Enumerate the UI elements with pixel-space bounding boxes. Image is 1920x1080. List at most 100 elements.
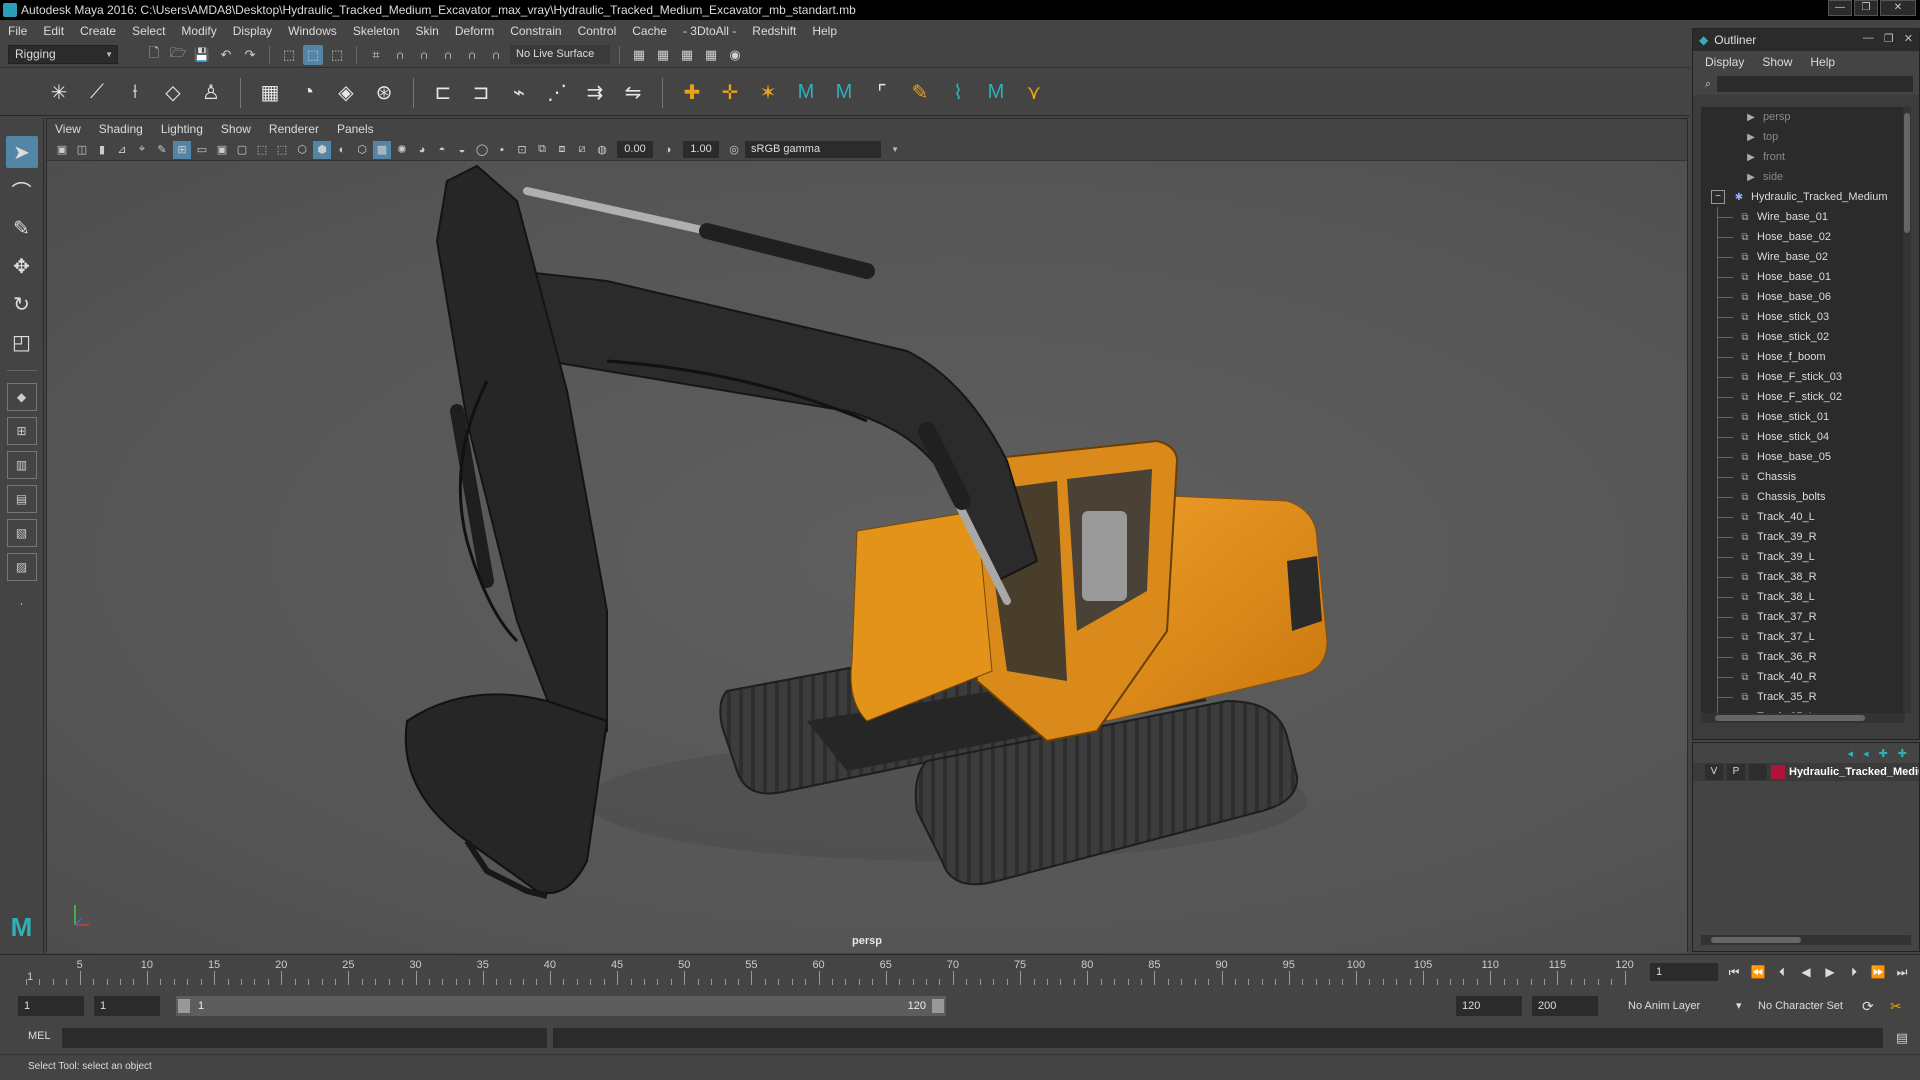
range-slider[interactable]: 1 120 [176,996,946,1016]
outliner-camera-item[interactable]: ▶ front [1701,147,1905,167]
outliner-child-item[interactable]: ⧉ Wire_base_02 [1701,247,1905,267]
step-forward-frame-icon[interactable]: ⏵ [1846,963,1862,981]
menu-skin[interactable]: Skin [416,24,439,38]
maya-script-2-icon[interactable]: M [829,78,859,108]
vp-menu-shading[interactable]: Shading [99,122,143,136]
safe-action-icon[interactable]: ⬚ [253,141,271,159]
menu-constrain[interactable]: Constrain [510,24,561,38]
outliner-menu-show[interactable]: Show [1762,55,1792,69]
use-lights-icon[interactable]: ✺ [393,141,411,159]
live-surface-field[interactable]: No Live Surface [510,45,610,64]
gate-mask-icon[interactable]: ▣ [213,141,231,159]
outliner-child-item[interactable]: ⧉ Wire_base_01 [1701,207,1905,227]
outliner-camera-item[interactable]: ▶ persp [1701,107,1905,127]
constraint-aim-icon[interactable]: ⇉ [580,78,610,108]
bind-skin-icon[interactable]: ⊏ [428,78,458,108]
outliner-child-item[interactable]: ⧉ Hose_f_boom [1701,347,1905,367]
play-backwards-icon[interactable]: ◀ [1798,963,1814,981]
outliner-child-item[interactable]: ⧉ Track_38_L [1701,587,1905,607]
exposure-field[interactable]: 0.00 [617,141,653,158]
time-slider[interactable]: 1 5 10 15 20 25 30 35 40 45 50 55 60 65 70 75 80 85 90 95 1… [0,954,1920,988]
snap-view-plane-icon[interactable]: ∩ [438,45,458,65]
vp-menu-panels[interactable]: Panels [337,122,374,136]
open-scene-icon[interactable]: 🗁 [168,45,188,65]
excavator-model[interactable] [47,161,1687,953]
outliner-vertical-scrollbar[interactable] [1903,107,1911,713]
new-layer-icon[interactable]: ✚ [1898,747,1907,760]
minimize-button[interactable]: — [1828,0,1852,16]
outliner-child-item[interactable]: ⧉ Chassis [1701,467,1905,487]
maya-script-3-icon[interactable]: M [981,78,1011,108]
image-plane-icon[interactable]: ⊿ [113,141,131,159]
side-by-side-layout-icon[interactable]: ▥ [6,451,37,479]
outliner-camera-item[interactable]: ▶ top [1701,127,1905,147]
bookmark-icon[interactable]: ▮ [93,141,111,159]
snap-point-icon[interactable]: ∩ [414,45,434,65]
outliner-child-item[interactable]: ⧉ Hose_stick_02 [1701,327,1905,347]
render-current-icon[interactable]: ▦ [677,45,697,65]
snap-surface-icon[interactable]: ∩ [462,45,482,65]
camera-select-icon[interactable]: ▣ [53,141,71,159]
pencil-tool-icon[interactable]: ✎ [905,78,935,108]
timeline-ticks[interactable]: 1 5 10 15 20 25 30 35 40 45 50 55 60 65 70 75 80 85 90 95 1… [26,955,1638,989]
outliner-child-item[interactable]: ⧉ Track_39_R [1701,527,1905,547]
layer-move-up-icon[interactable]: ◂ [1848,747,1854,760]
smooth-bind-icon[interactable]: ⊐ [466,78,496,108]
exposure-icon[interactable]: ◍ [593,141,611,159]
outliner-child-item[interactable]: ⧉ Track_40_L [1701,507,1905,527]
animation-end-field[interactable]: 200 [1532,996,1598,1016]
character-set-dropdown[interactable]: No Character Set [1758,996,1843,1016]
grid-toggle-icon[interactable]: ⊞ [173,140,191,159]
outliner-root-item[interactable]: − ✱ Hydraulic_Tracked_Medium [1701,187,1905,207]
film-gate-icon[interactable]: ⌖ [133,141,151,159]
blend-shape-icon[interactable]: ⊛ [369,78,399,108]
smooth-shade-icon[interactable]: ⬢ [313,140,331,159]
paint-select-icon[interactable]: ✎ [6,212,38,244]
xray-active-icon[interactable]: ⧄ [573,141,591,159]
layer-name[interactable]: Hydraulic_Tracked_Medium_Excavator [1789,766,1919,778]
cluster-icon[interactable]: ◔ [293,78,323,108]
playback-start-field[interactable]: 1 [94,996,160,1016]
outliner-child-item[interactable]: ⧉ Hose_base_06 [1701,287,1905,307]
render-view-icon[interactable]: ▦ [653,45,673,65]
new-layer-selected-icon[interactable]: ✚ [1879,747,1888,760]
grease-pencil-icon[interactable]: ✎ [153,141,171,159]
vp-menu-lighting[interactable]: Lighting [161,122,203,136]
new-scene-icon[interactable]: 🗋 [144,45,164,65]
select-object-icon[interactable]: ⬚ [303,44,323,65]
outliner-child-item[interactable]: ⧉ Track_40_R [1701,667,1905,687]
lasso-tool-icon[interactable]: ⌒ [6,174,38,206]
layer-visibility-toggle[interactable]: V [1705,764,1723,780]
outliner-child-item[interactable]: ⧉ Hose_base_02 [1701,227,1905,247]
step-forward-key-icon[interactable]: ⏩ [1870,963,1886,981]
collapse-icon[interactable]: − [1711,190,1725,204]
ambient-occlusion-icon[interactable]: ◓ [433,141,451,159]
go-to-end-icon[interactable]: ⏭ [1894,963,1910,981]
safe-title-icon[interactable]: ⬚ [273,141,291,159]
graph-layout-icon[interactable]: ▨ [6,553,37,581]
xray-joints-icon[interactable]: ⧈ [553,141,571,159]
menu-modify[interactable]: Modify [181,24,216,38]
gamma-field[interactable]: 1.00 [683,141,719,158]
outliner-menu-help[interactable]: Help [1810,55,1835,69]
range-end-handle[interactable] [932,999,944,1013]
step-back-frame-icon[interactable]: ⏴ [1774,963,1790,981]
brush-tool-icon[interactable]: ⌇ [943,78,973,108]
joint-tool-icon[interactable]: ✳ [44,78,74,108]
outliner-child-item[interactable]: ⧉ Track_37_R [1701,607,1905,627]
view-transform-dropdown[interactable]: sRGB gamma [745,141,899,158]
script-editor-icon[interactable]: ▤ [1892,1028,1912,1048]
menu-select[interactable]: Select [132,24,165,38]
scene-view[interactable]: persp [47,161,1687,953]
stacked-layout-icon[interactable]: ▤ [6,485,37,513]
select-component-icon[interactable]: ⬚ [327,45,347,65]
menu-skeleton[interactable]: Skeleton [353,24,400,38]
rotate-tool-icon[interactable]: ↻ [6,288,38,320]
menu-display[interactable]: Display [233,24,272,38]
outliner-child-item[interactable]: ⧉ Hose_stick_03 [1701,307,1905,327]
wireframe-icon[interactable]: ⬡ [293,141,311,159]
constraint-orient-icon[interactable]: ⇋ [618,78,648,108]
maximize-button[interactable]: ❐ [1854,0,1878,16]
maya-script-icon[interactable]: M [791,78,821,108]
menu-deform[interactable]: Deform [455,24,494,38]
